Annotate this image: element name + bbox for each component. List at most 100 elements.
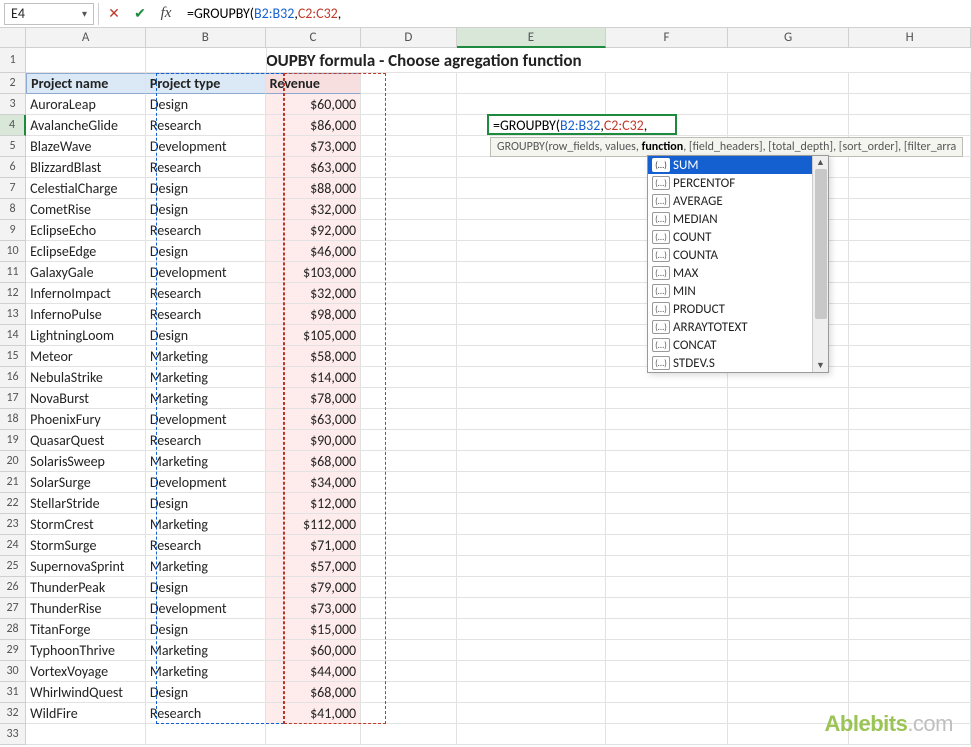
cell-d23[interactable] xyxy=(361,514,457,535)
cell-g29[interactable] xyxy=(728,640,850,661)
cell-d24[interactable] xyxy=(361,535,457,556)
column-header-h[interactable]: H xyxy=(849,28,971,48)
cell-d16[interactable] xyxy=(361,367,457,388)
column-header-e[interactable]: E xyxy=(457,28,607,48)
cell-c14[interactable]: $105,000 xyxy=(266,325,362,346)
cell-b5[interactable]: Development xyxy=(146,136,266,157)
cell-a33[interactable] xyxy=(26,724,146,745)
cell-a7[interactable]: CelestialCharge xyxy=(26,178,146,199)
cell-b14[interactable]: Design xyxy=(146,325,266,346)
cell-f22[interactable] xyxy=(606,493,728,514)
cell-b29[interactable]: Marketing xyxy=(146,640,266,661)
cell-h18[interactable] xyxy=(849,409,971,430)
row-header-8[interactable]: 8 xyxy=(0,199,26,220)
cell-b22[interactable]: Design xyxy=(146,493,266,514)
cell-a25[interactable]: SupernovaSprint xyxy=(26,556,146,577)
cell-g21[interactable] xyxy=(728,472,850,493)
cell-h27[interactable] xyxy=(849,598,971,619)
cell-a23[interactable]: StormCrest xyxy=(26,514,146,535)
cell-h7[interactable] xyxy=(849,178,971,199)
cell-e29[interactable] xyxy=(457,640,607,661)
cell-a29[interactable]: TyphoonThrive xyxy=(26,640,146,661)
chevron-down-icon[interactable]: ▾ xyxy=(82,7,87,20)
row-header-24[interactable]: 24 xyxy=(0,535,26,556)
cell-f25[interactable] xyxy=(606,556,728,577)
cell-h16[interactable] xyxy=(849,367,971,388)
cell-d22[interactable] xyxy=(361,493,457,514)
cell-g31[interactable] xyxy=(728,682,850,703)
cell-f28[interactable] xyxy=(606,619,728,640)
dropdown-item-counta[interactable]: (…)COUNTA xyxy=(648,246,812,264)
cell-b33[interactable] xyxy=(146,724,266,745)
cell-f4[interactable] xyxy=(606,115,728,136)
cell-b18[interactable]: Development xyxy=(146,409,266,430)
cell-d28[interactable] xyxy=(361,619,457,640)
cell-b16[interactable]: Marketing xyxy=(146,367,266,388)
cell-e17[interactable] xyxy=(457,388,607,409)
cell-h15[interactable] xyxy=(849,346,971,367)
cell-e3[interactable] xyxy=(457,94,607,115)
row-header-20[interactable]: 20 xyxy=(0,451,26,472)
cell-g30[interactable] xyxy=(728,661,850,682)
cell-b28[interactable]: Design xyxy=(146,619,266,640)
cell-d6[interactable] xyxy=(361,157,457,178)
header-revenue[interactable]: Revenue xyxy=(266,73,362,94)
cell-d11[interactable] xyxy=(361,262,457,283)
cell-g25[interactable] xyxy=(728,556,850,577)
cell-d8[interactable] xyxy=(361,199,457,220)
cell-d13[interactable] xyxy=(361,304,457,325)
header-project-name[interactable]: Project name xyxy=(26,73,146,94)
cell-c17[interactable]: $78,000 xyxy=(266,388,362,409)
row-header-33[interactable]: 33 xyxy=(0,724,26,745)
cell-e8[interactable] xyxy=(457,199,607,220)
cell-c24[interactable]: $71,000 xyxy=(266,535,362,556)
cell-d2[interactable] xyxy=(361,73,457,94)
cell-c7[interactable]: $88,000 xyxy=(266,178,362,199)
cell-e2[interactable] xyxy=(457,73,607,94)
cell-g4[interactable] xyxy=(728,115,850,136)
cell-g3[interactable] xyxy=(728,94,850,115)
row-header-13[interactable]: 13 xyxy=(0,304,26,325)
cell-f21[interactable] xyxy=(606,472,728,493)
cell-h9[interactable] xyxy=(849,220,971,241)
cell-h10[interactable] xyxy=(849,241,971,262)
cell-c4[interactable]: $86,000 xyxy=(266,115,362,136)
cell-a3[interactable]: AuroraLeap xyxy=(26,94,146,115)
cell-d18[interactable] xyxy=(361,409,457,430)
column-header-d[interactable]: D xyxy=(361,28,456,48)
scroll-down-icon[interactable]: ▼ xyxy=(816,360,825,371)
cell-c8[interactable]: $32,000 xyxy=(266,199,362,220)
cell-h23[interactable] xyxy=(849,514,971,535)
row-header-18[interactable]: 18 xyxy=(0,409,26,430)
cell-a11[interactable]: GalaxyGale xyxy=(26,262,146,283)
cell-a10[interactable]: EclipseEdge xyxy=(26,241,146,262)
cell-c13[interactable]: $98,000 xyxy=(266,304,362,325)
row-header-23[interactable]: 23 xyxy=(0,514,26,535)
cell-b27[interactable]: Development xyxy=(146,598,266,619)
cell-f23[interactable] xyxy=(606,514,728,535)
cell-b11[interactable]: Development xyxy=(146,262,266,283)
cell-d3[interactable] xyxy=(361,94,457,115)
title-cell[interactable]: Excel GROUPBY formula - Choose agregatio… xyxy=(267,48,971,73)
cell-c3[interactable]: $60,000 xyxy=(266,94,362,115)
cell-g20[interactable] xyxy=(728,451,850,472)
column-header-g[interactable]: G xyxy=(728,28,850,48)
cell-e13[interactable] xyxy=(457,304,607,325)
cell-f24[interactable] xyxy=(606,535,728,556)
cell-d9[interactable] xyxy=(361,220,457,241)
cell-e14[interactable] xyxy=(457,325,607,346)
cell-c22[interactable]: $12,000 xyxy=(266,493,362,514)
cell-f18[interactable] xyxy=(606,409,728,430)
cell-a24[interactable]: StormSurge xyxy=(26,535,146,556)
cell-b10[interactable]: Design xyxy=(146,241,266,262)
select-all-corner[interactable] xyxy=(0,28,26,48)
row-header-26[interactable]: 26 xyxy=(0,577,26,598)
function-dropdown[interactable]: (…)SUM(…)PERCENTOF(…)AVERAGE(…)MEDIAN(…)… xyxy=(647,155,829,373)
cell-f2[interactable] xyxy=(606,73,728,94)
row-header-30[interactable]: 30 xyxy=(0,661,26,682)
cell-c10[interactable]: $46,000 xyxy=(266,241,362,262)
cell-e22[interactable] xyxy=(457,493,607,514)
cell-c25[interactable]: $57,000 xyxy=(266,556,362,577)
row-header-9[interactable]: 9 xyxy=(0,220,26,241)
dropdown-item-arraytotext[interactable]: (…)ARRAYTOTEXT xyxy=(648,318,812,336)
